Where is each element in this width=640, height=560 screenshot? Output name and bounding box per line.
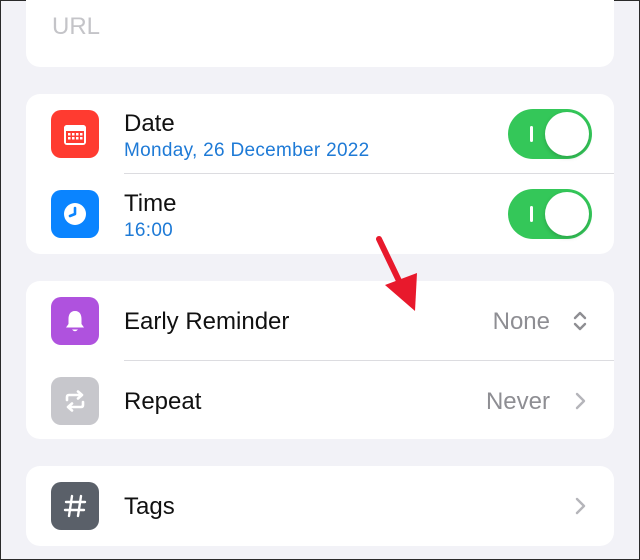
red-arrow [376, 236, 417, 311]
toggle-on-indicator [530, 126, 533, 142]
reminder-repeat-card: Early Reminder None Repeat Never [26, 281, 614, 439]
date-label: Date [124, 110, 175, 137]
clock-icon [51, 190, 99, 238]
early-reminder-row[interactable]: Early Reminder None [26, 281, 614, 361]
early-reminder-value[interactable]: None [493, 308, 550, 336]
date-row[interactable]: Date Monday, 26 December 2022 [26, 94, 614, 174]
early-reminder-label: Early Reminder [124, 308, 290, 335]
repeat-row[interactable]: Repeat Never [26, 361, 614, 439]
repeat-label: Repeat [124, 388, 202, 415]
calendar-icon [51, 110, 99, 158]
repeat-value[interactable]: Never [486, 388, 550, 416]
tags-label: Tags [124, 493, 175, 520]
time-row[interactable]: Time 16:00 [26, 174, 614, 254]
url-field[interactable]: URL [52, 13, 100, 41]
time-label: Time [124, 190, 177, 217]
bell-icon [51, 297, 99, 345]
hashtag-icon [51, 482, 99, 530]
date-time-card: Date Monday, 26 December 2022 Time 16:00 [26, 94, 614, 254]
chevron-right-icon[interactable] [572, 494, 588, 518]
toggle-knob [545, 112, 589, 156]
toggle-on-indicator [530, 206, 533, 222]
tags-card: Tags [26, 466, 614, 546]
toggle-knob [545, 192, 589, 236]
url-card: URL [26, 0, 614, 67]
time-toggle[interactable] [508, 189, 592, 239]
time-value[interactable]: 16:00 [124, 220, 173, 242]
chevron-up-down-icon[interactable] [572, 309, 588, 333]
tags-row[interactable]: Tags [26, 466, 614, 546]
repeat-icon [51, 377, 99, 425]
date-toggle[interactable] [508, 109, 592, 159]
date-value[interactable]: Monday, 26 December 2022 [124, 140, 370, 162]
chevron-right-icon[interactable] [572, 389, 588, 413]
